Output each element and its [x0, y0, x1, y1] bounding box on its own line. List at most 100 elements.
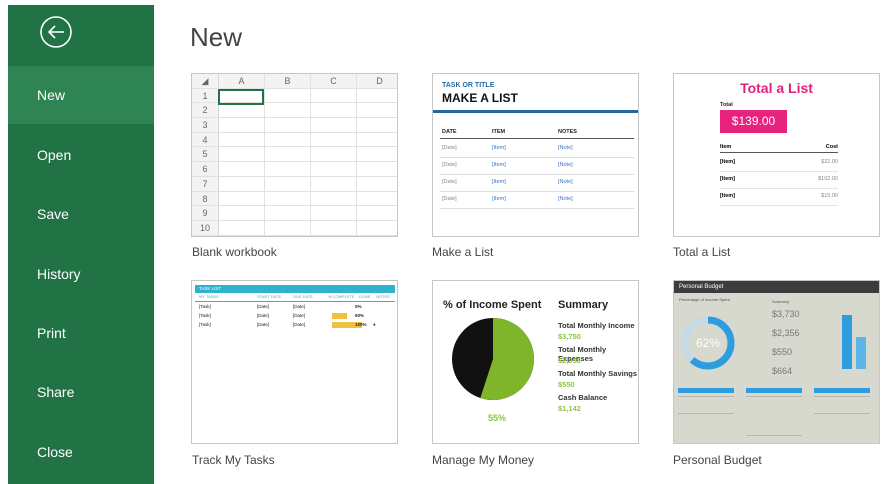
- column-header: DONE: [359, 294, 371, 299]
- list-cell: [Date]: [442, 196, 457, 202]
- total-value: $139.00: [720, 110, 787, 133]
- grid-cell: [265, 88, 311, 103]
- header-rule: [433, 110, 638, 113]
- grid-row: 6: [192, 162, 397, 177]
- grid-cell: [265, 176, 311, 191]
- template-label: Blank workbook: [192, 245, 277, 259]
- progress-bar: [332, 313, 347, 319]
- tasks-header: MY TASKS START DATE DUE DATE % COMPLETE …: [195, 293, 395, 302]
- list-cell: [Item]: [492, 162, 506, 168]
- total-row: [Item] $102.00: [720, 171, 838, 189]
- total-heading: Total a List: [740, 80, 813, 96]
- grid-cell: [311, 132, 357, 147]
- budget-tables: [678, 388, 875, 438]
- nav-new[interactable]: New: [8, 66, 154, 124]
- page-title: New: [190, 22, 243, 52]
- column-header: Cost: [825, 144, 838, 150]
- total-columns: Item Cost: [720, 144, 838, 153]
- summary-line-label: Total Monthly Income: [558, 321, 635, 330]
- total-label: Total: [720, 102, 733, 108]
- grid-cell: [357, 133, 397, 147]
- list-row: [Date] [Item] [Note]: [440, 157, 634, 175]
- grid-cell: [265, 132, 311, 147]
- total-row: [Item] $22.00: [720, 154, 838, 172]
- nav-print[interactable]: Print: [8, 304, 154, 362]
- column-header-row: ◢ A B C D: [192, 74, 397, 89]
- summary-line-label: Total Monthly Savings: [558, 369, 638, 378]
- column-header: START DATE: [257, 294, 282, 299]
- template-total-a-list[interactable]: Total a List Total $139.00 Item Cost [It…: [673, 73, 880, 237]
- column-header: DATE: [442, 129, 457, 135]
- template-personal-budget[interactable]: Personal Budget Percentage of Income Spe…: [673, 280, 880, 444]
- task-row: [Task] [Date] [Date] 100% ●: [195, 321, 395, 330]
- template-make-a-list[interactable]: TASK OR TITLE MAKE A LIST DATE ITEM NOTE…: [432, 73, 639, 237]
- table-lines: [746, 396, 802, 436]
- row-header: 9: [192, 206, 219, 220]
- cost-cell: $22.00: [821, 159, 838, 165]
- list-cell: [Item]: [492, 179, 506, 185]
- grid-rows: 1 2 3 4 5 6 7 8 9 10: [192, 88, 397, 236]
- column-header: D: [357, 74, 397, 88]
- item-cell: [Item]: [720, 176, 735, 182]
- back-button[interactable]: [39, 15, 73, 49]
- column-header: DUE DATE: [293, 294, 313, 299]
- grid-cell: [265, 191, 311, 206]
- pie-percent-label: 55%: [488, 413, 507, 423]
- list-row: [Date] [Item] [Note]: [440, 174, 634, 192]
- table-lines: [678, 396, 734, 414]
- task-cell: [Task]: [199, 304, 211, 309]
- nav-share-label: Share: [37, 384, 75, 400]
- cost-cell: $102.00: [818, 176, 838, 182]
- grid-cell: [265, 103, 311, 118]
- column-header: MY TASKS: [199, 294, 219, 299]
- grid-cell: [357, 162, 397, 176]
- nav-close-label: Close: [37, 444, 73, 460]
- list-eyebrow: TASK OR TITLE: [442, 82, 495, 89]
- summary-line-value: $550: [558, 380, 575, 389]
- nav-share[interactable]: Share: [8, 363, 154, 421]
- nav-close[interactable]: Close: [8, 423, 154, 481]
- table-header: [814, 388, 870, 393]
- grid-cell: [219, 103, 265, 118]
- row-header: 8: [192, 191, 219, 206]
- income-pie-chart: [452, 318, 535, 400]
- row-header: 5: [192, 147, 219, 162]
- grid-row: 2: [192, 103, 397, 119]
- task-cell: [Task]: [199, 322, 211, 327]
- task-cell: [Date]: [293, 313, 306, 318]
- template-blank-workbook[interactable]: ◢ A B C D 1 2 3 4 5 6 7 8 9 10: [191, 73, 398, 237]
- template-manage-my-money[interactable]: % of Income Spent 55% Summary Total Mont…: [432, 280, 639, 444]
- task-row: [Task] [Date] [Date] 50%: [195, 312, 395, 321]
- grid-cell: [265, 162, 311, 176]
- grid-cell: [357, 147, 397, 161]
- list-cell: [Note]: [558, 196, 573, 202]
- column-header: % COMPLETE: [328, 294, 355, 299]
- list-row: [Date] [Item] [Note]: [440, 191, 634, 209]
- grid-cell: [311, 88, 357, 103]
- donut-label: 62%: [695, 336, 721, 350]
- nav-save-label: Save: [37, 206, 69, 222]
- nav-history[interactable]: History: [8, 245, 154, 303]
- budget-value: $3,730: [772, 309, 800, 319]
- budget-value: $550: [772, 347, 793, 357]
- grid-row: 9: [192, 206, 397, 221]
- nav-save[interactable]: Save: [8, 185, 154, 243]
- selected-cell: [218, 89, 264, 105]
- grid-cell: [311, 176, 357, 191]
- budget-summary-title: Summary: [772, 299, 790, 304]
- grid-cell: [311, 162, 357, 176]
- row-header: 1: [192, 88, 219, 103]
- grid-cell: [265, 206, 311, 220]
- grid-row: 5: [192, 147, 397, 163]
- percent-complete: 50%: [355, 313, 365, 318]
- grid-cell: [219, 132, 265, 147]
- column-header: A: [219, 74, 265, 88]
- percent-complete: 100%: [355, 322, 367, 327]
- grid-row: 3: [192, 118, 397, 133]
- template-track-my-tasks[interactable]: TASK LIST MY TASKS START DATE DUE DATE %…: [191, 280, 398, 444]
- table-header: [746, 388, 802, 393]
- nav-open-label: Open: [37, 147, 72, 163]
- nav-open[interactable]: Open: [8, 126, 154, 184]
- row-header: 3: [192, 118, 219, 132]
- task-cell: [Date]: [257, 322, 270, 327]
